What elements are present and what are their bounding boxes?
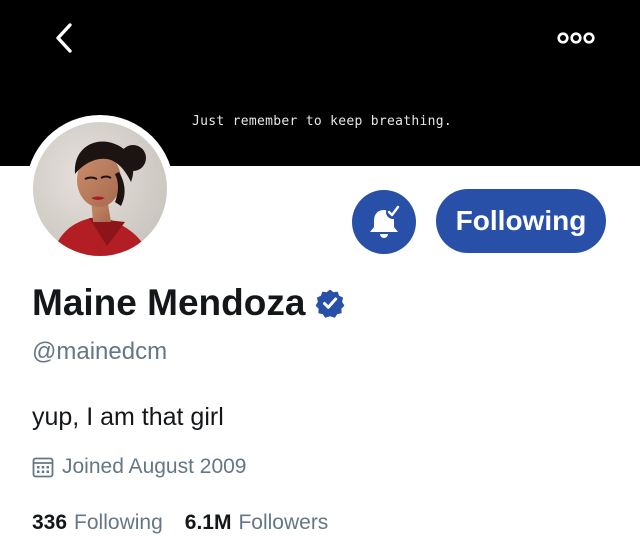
ellipsis-icon <box>557 32 595 44</box>
chevron-left-icon <box>56 23 72 53</box>
bell-check-icon <box>370 205 400 238</box>
following-count-link[interactable]: 336 Following <box>32 511 163 535</box>
followers-count: 6.1M <box>184 511 232 534</box>
following-count: 336 <box>32 511 68 534</box>
join-date: Joined August 2009 <box>32 455 247 479</box>
display-name: Maine Mendoza <box>32 282 306 323</box>
back-button[interactable] <box>40 14 88 62</box>
notifications-button[interactable] <box>352 190 416 254</box>
user-handle: @mainedcm <box>32 338 168 365</box>
join-date-label: Joined August 2009 <box>62 455 247 478</box>
profile-stats: 336 Following 6.1M Followers <box>32 511 328 535</box>
avatar[interactable] <box>33 122 167 256</box>
followers-count-link[interactable]: 6.1M Followers <box>185 511 329 535</box>
display-name-row: Maine Mendoza <box>32 282 345 324</box>
verified-badge-icon <box>315 288 345 318</box>
calendar-icon <box>32 456 54 478</box>
following-label: Following <box>74 511 163 534</box>
following-button[interactable]: Following <box>436 189 606 253</box>
more-options-button[interactable] <box>548 18 604 58</box>
profile-bio: yup, I am that girl <box>32 403 224 431</box>
profile-photo <box>33 122 167 256</box>
followers-label: Followers <box>238 511 329 534</box>
